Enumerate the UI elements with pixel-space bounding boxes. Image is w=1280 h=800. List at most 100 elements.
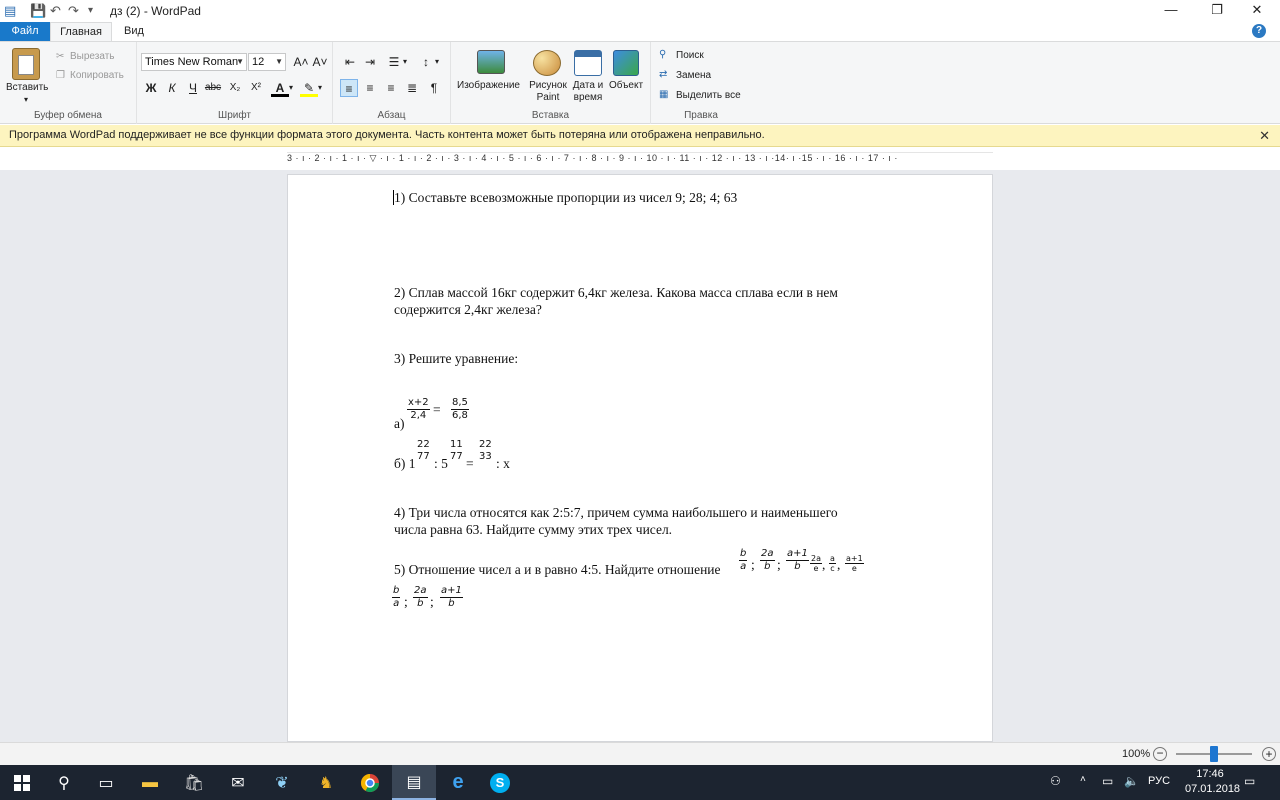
ruler: 3 · ı · 2 · ı · 1 · ı · ▽ · ı · 1 · ı · … [0, 148, 1280, 170]
image-icon[interactable] [477, 50, 505, 74]
network-icon[interactable]: ▭ [1102, 774, 1113, 788]
paste-dropdown-icon[interactable]: ▾ [24, 94, 28, 106]
wordpad-app-icon[interactable]: ▤ [4, 3, 16, 19]
store-icon[interactable]: 🛍 [172, 765, 216, 800]
subscript-button[interactable]: X₂ [226, 79, 244, 97]
ruler-scale[interactable]: 3 · ı · 2 · ı · 1 · ı · ▽ · ı · 1 · ı · … [287, 152, 993, 165]
q5-inline-fraction-1: ba [739, 548, 748, 572]
redo-icon[interactable]: ↷ [68, 3, 79, 19]
insert-datetime-button[interactable]: Дата и время [571, 80, 605, 104]
zoom-out-button[interactable]: − [1153, 747, 1167, 761]
q3a-prefix[interactable]: а) [394, 415, 405, 432]
question-2-line-2[interactable]: содержится 2,4кг железа? [394, 301, 542, 318]
q3b-suffix[interactable]: : x [496, 455, 510, 472]
q5-fraction-2: 2a b [413, 585, 428, 609]
calendar-icon[interactable] [574, 50, 602, 76]
replace-button[interactable]: Замена [676, 70, 711, 82]
list-dropdown-icon[interactable]: ▾ [401, 53, 409, 71]
insert-paint-button[interactable]: Рисунок Paint [528, 80, 568, 104]
volume-icon[interactable]: 🔈 [1124, 774, 1139, 788]
underline-button[interactable]: Ч [184, 79, 202, 97]
paragraph-settings-icon[interactable]: ¶ [425, 79, 443, 97]
insert-object-button[interactable]: Объект [609, 80, 643, 92]
text-color-dropdown-icon[interactable]: ▾ [287, 79, 295, 97]
save-icon[interactable]: 💾 [30, 3, 46, 19]
q5-fraction-1: ba [392, 585, 401, 609]
object-icon[interactable] [613, 50, 639, 76]
cut-button[interactable]: Вырезать [70, 51, 114, 63]
question-4-line-2[interactable]: числа равна 63. Найдите сумму этих трех … [394, 521, 672, 538]
paste-icon[interactable] [12, 48, 40, 80]
question-3[interactable]: 3) Решите уравнение: [394, 350, 518, 367]
question-1[interactable]: 1) Составьте всевозможные пропорции из ч… [394, 189, 737, 206]
group-label-insert: Вставка [531, 110, 570, 121]
question-4-line-1[interactable]: 4) Три числа относятся как 2:5:7, причем… [394, 504, 838, 521]
insert-image-button[interactable]: Изображение [457, 80, 520, 92]
people-icon[interactable]: ⚇ [1050, 774, 1061, 788]
language-indicator[interactable]: РУС [1148, 775, 1170, 787]
file-explorer-icon[interactable]: ▬ [128, 765, 172, 800]
superscript-button[interactable]: X² [247, 79, 265, 97]
minimize-button[interactable]: — [1148, 0, 1194, 22]
q5-sep-1: ; [404, 594, 408, 609]
clock-date: 07.01.2018 [1185, 783, 1241, 795]
bold-button[interactable]: Ж [142, 79, 160, 97]
grow-font-button[interactable]: A˄ [292, 53, 310, 71]
skype-icon[interactable]: S [478, 765, 522, 800]
group-clipboard: Вставить ▾ ✂ Вырезать ❐ Копировать Буфер… [0, 42, 137, 124]
app-icon-games[interactable]: ♞ [304, 765, 348, 800]
clock[interactable]: 17:46 07.01.2018 [1185, 767, 1241, 797]
task-view-icon[interactable]: ▭ [84, 765, 128, 800]
infobar-close-icon[interactable]: ✕ [1259, 128, 1270, 144]
justify-icon[interactable]: ≣ [403, 79, 421, 97]
q3b-middle[interactable]: : 5 [434, 455, 448, 472]
find-icon: ⚲ [659, 49, 667, 60]
compatibility-infobar: Программа WordPad поддерживает не все фу… [0, 125, 1280, 147]
search-icon[interactable]: ⚲ [42, 765, 86, 800]
tab-view[interactable]: Вид [114, 22, 154, 41]
zoom-level: 100% [1122, 748, 1151, 760]
question-5[interactable]: 5) Отношение чисел а и в равно 4:5. Найд… [394, 561, 721, 578]
close-button[interactable]: ✕ [1234, 0, 1280, 22]
copy-button[interactable]: Копировать [70, 70, 124, 82]
question-2-line-1[interactable]: 2) Сплав массой 16кг содержит 6,4кг желе… [394, 284, 838, 301]
action-center-icon[interactable]: ▭ [1244, 774, 1255, 788]
show-hidden-icons-icon[interactable]: ˄ [1080, 774, 1086, 785]
start-button[interactable] [0, 765, 44, 800]
align-right-icon[interactable]: ≡ [382, 79, 400, 97]
shrink-font-button[interactable]: A˅ [311, 53, 329, 71]
q3b-prefix[interactable]: б) 1 [394, 455, 416, 472]
tab-file[interactable]: Файл [0, 22, 50, 41]
italic-button[interactable]: К [163, 79, 181, 97]
find-button[interactable]: Поиск [676, 50, 704, 62]
align-center-icon[interactable]: ≡ [361, 79, 379, 97]
q3a-fraction-1: x+2 2,4 [407, 397, 430, 421]
app-icon-bird[interactable]: ❦ [260, 765, 304, 800]
strikethrough-button[interactable]: abc [204, 79, 222, 97]
font-size-select[interactable]: 12 ▼ [248, 53, 286, 71]
document-page[interactable]: 1) Составьте всевозможные пропорции из ч… [287, 174, 993, 742]
help-icon[interactable]: ? [1252, 24, 1266, 38]
zoom-slider-thumb[interactable] [1210, 746, 1218, 762]
line-spacing-dropdown-icon[interactable]: ▾ [433, 53, 441, 71]
zoom-in-button[interactable]: + [1262, 747, 1276, 761]
font-family-select[interactable]: Times New Roman ▼ [141, 53, 247, 71]
edge-icon[interactable]: e [436, 765, 480, 800]
wordpad-taskbar-icon[interactable]: ▤ [392, 765, 436, 800]
paint-icon[interactable] [533, 50, 561, 76]
ribbon: Вставить ▾ ✂ Вырезать ❐ Копировать Буфер… [0, 41, 1280, 124]
align-left-icon[interactable]: ≡ [340, 79, 358, 97]
mail-icon[interactable]: ✉ [216, 765, 260, 800]
group-label-font: Шрифт [218, 110, 251, 121]
select-all-button[interactable]: Выделить все [676, 90, 741, 102]
highlight-dropdown-icon[interactable]: ▾ [316, 79, 324, 97]
group-insert: Изображение Рисунок Paint Дата и время О… [451, 42, 651, 124]
customize-quick-access-icon[interactable]: ▾ [88, 3, 93, 19]
paste-button[interactable]: Вставить [6, 82, 48, 94]
increase-indent-icon[interactable]: ⇥ [361, 53, 379, 71]
undo-icon[interactable]: ↶ [50, 3, 61, 19]
chrome-icon[interactable] [348, 765, 392, 800]
copy-icon: ❐ [56, 70, 65, 81]
tab-home[interactable]: Главная [50, 22, 112, 41]
decrease-indent-icon[interactable]: ⇤ [341, 53, 359, 71]
